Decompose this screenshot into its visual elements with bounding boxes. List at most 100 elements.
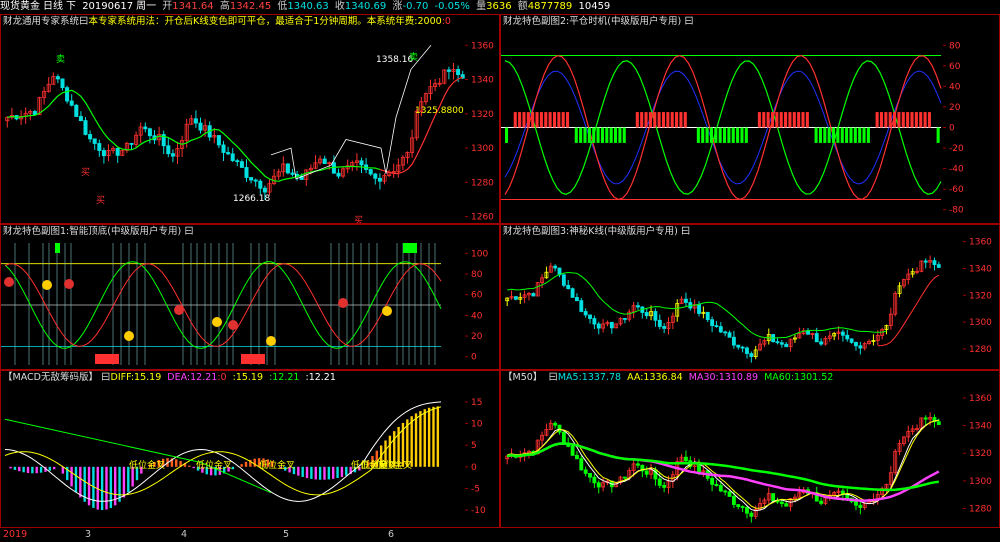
sub1-name[interactable]: 财龙特色副图1:智能顶底(中级版用户专用): [3, 226, 181, 237]
m50-candle: [936, 421, 941, 425]
sub2-green-bar: [845, 127, 849, 143]
main-candle: [115, 147, 120, 156]
main-candle: [285, 163, 290, 174]
sub3-panel[interactable]: 财龙特色副图3:神秘K线(中级版用户专用) 曰 1360 1340 1320 1300…: [500, 224, 1000, 370]
sub2-axis-tick-label: -80: [949, 206, 964, 216]
sub2-green-bar: [600, 127, 604, 143]
main-indicator-name[interactable]: 财龙通用专家系统: [3, 16, 79, 27]
m50-title: 【M50】 曰MA5:1337.78 AA:1336.84 MA30:1310.…: [503, 372, 836, 384]
sub3-candle: [561, 274, 566, 286]
m50-candle: [684, 456, 688, 462]
sub2-red-bar: [522, 112, 526, 128]
macd-panel[interactable]: 【MACD无敌筹码版】 曰DIFF:15.19 DEA:12.21:0 :15.…: [0, 370, 500, 528]
low-value: 1340.63: [287, 1, 329, 12]
macd-hist-bar: [244, 461, 248, 467]
sub2-green-bar: [736, 127, 740, 143]
main-trend-green: [7, 89, 279, 182]
macd-hist-bar: [175, 459, 178, 467]
open-value: 1341.64: [172, 1, 214, 12]
macd-hist-bar: [31, 466, 34, 474]
main-candle: [322, 158, 327, 165]
macd-golden-cross-label: 低位金叉: [376, 459, 412, 471]
volume-label: 量: [476, 1, 487, 12]
sub2-axis-tick-label: -40: [949, 165, 964, 175]
sub2-axis-tick-label: -20: [949, 144, 964, 154]
sub1-panel[interactable]: 财龙特色副图1:智能顶底(中级版用户专用) 曰 100 80 60 40 20 0: [0, 224, 500, 370]
sub2-chart[interactable]: 80 60 40 20 0 -20 -40 -60 -80: [501, 15, 1000, 224]
main-candle: [249, 177, 254, 181]
sub3-candle: [609, 321, 614, 329]
main-candle: [65, 87, 70, 102]
main-axis-tick-label: 1300: [471, 144, 494, 154]
sub3-candle: [775, 341, 780, 344]
macd-hist-bar: [100, 466, 104, 511]
sub3-candle: [588, 314, 592, 319]
sub2-green-bar: [727, 127, 731, 143]
main-candle: [359, 160, 364, 166]
sub2-axis-tick-label: 0: [949, 124, 955, 134]
extra-value: 10459: [578, 1, 611, 12]
macd-hist-bar: [188, 465, 191, 467]
main-kline-chart[interactable]: 1360 1340 1320 1300 1280 1260 1358.16 1266.18 13…: [1, 15, 500, 224]
sub3-candle: [736, 344, 741, 348]
macd-v2: :12.21: [269, 372, 300, 383]
macd-axis-tick-label: -10: [471, 506, 486, 516]
sub3-candle: [806, 330, 810, 335]
sub1-green-signal: [403, 243, 417, 253]
sub2-red-bar: [879, 112, 884, 128]
sub3-name[interactable]: 财龙特色副图3:神秘K线(中级版用户专用): [503, 226, 678, 237]
main-colon: :0: [441, 16, 451, 27]
change-pct: -0.05%: [434, 1, 470, 12]
main-axis-tick-label: 1260: [471, 213, 494, 223]
sub3-chart[interactable]: 1360 1340 1320 1300 1280: [501, 225, 1000, 370]
sub2-red-bar: [797, 112, 801, 128]
sub2-panel[interactable]: 财龙特色副图2:平仓时机(中级版用户专用) 曰 80 60 40 20 0 -20 -40 -…: [500, 14, 1000, 224]
main-candle: [92, 138, 97, 144]
symbol-name[interactable]: 现货黄金: [0, 1, 40, 12]
sub2-red-bar: [513, 112, 517, 128]
sub1-top-marker: [4, 277, 14, 287]
sub2-red-bar: [788, 112, 792, 128]
period[interactable]: 日线: [43, 1, 63, 12]
m50-name[interactable]: 【M50】: [503, 372, 542, 383]
sub2-red-bar: [518, 112, 522, 128]
macd-name[interactable]: 【MACD无敌筹码版】: [3, 372, 98, 383]
main-candle: [83, 120, 88, 135]
m50-panel[interactable]: 【M50】 曰MA5:1337.78 AA:1336.84 MA30:1310.…: [500, 370, 1000, 528]
m50-chart[interactable]: 1360 1340 1320 1300 1280: [501, 371, 1000, 528]
aa-line: [507, 419, 939, 509]
sub2-red-bar: [635, 112, 639, 128]
main-buy-signal-3: 买: [354, 215, 363, 224]
sub3-candle: [849, 338, 854, 343]
sub2-red-bar: [657, 112, 661, 128]
open-label: 开: [162, 1, 173, 12]
main-sep: 曰: [79, 16, 89, 27]
macd-hist-bar: [332, 466, 335, 479]
sub1-chart[interactable]: 100 80 60 40 20 0: [1, 225, 500, 370]
sub2-red-bar: [757, 112, 761, 128]
main-target-label: 1325.8800: [415, 106, 464, 116]
amount-value: 4877789: [527, 1, 573, 12]
m50-candle: [923, 417, 928, 420]
sub3-candle: [779, 342, 784, 345]
sub2-red-bar: [548, 112, 552, 128]
sub2-name[interactable]: 财龙特色副图2:平仓时机(中级版用户专用): [503, 16, 681, 27]
sub2-red-bar: [552, 112, 557, 128]
sub2-red-bar: [901, 112, 905, 128]
smiley-icon: [266, 336, 276, 346]
date-tick-5: 5: [283, 529, 290, 540]
main-trend-red: [379, 76, 463, 175]
macd-hist-bar: [253, 458, 256, 467]
sub2-green-bar: [744, 127, 748, 143]
sub1-axis-tick-label: 0: [471, 353, 477, 363]
sub3-candle: [745, 347, 749, 354]
sub2-red-bar: [770, 112, 775, 128]
main-candle: [55, 76, 60, 80]
main-chart-panel[interactable]: 财龙通用专家系统曰本专家系统用法：开仓后K线变色即可平仓，最适合于1分钟周期。本…: [0, 14, 500, 224]
macd-hist-bar: [340, 466, 344, 477]
m50-candle: [570, 445, 575, 456]
main-candle: [147, 128, 152, 137]
macd-chart[interactable]: 低位金叉 低位金叉 低位金叉 低位金叉低位金叉低位金叉151050-5-10: [1, 371, 500, 528]
m50-candle: [771, 493, 776, 502]
main-candle: [198, 122, 203, 131]
